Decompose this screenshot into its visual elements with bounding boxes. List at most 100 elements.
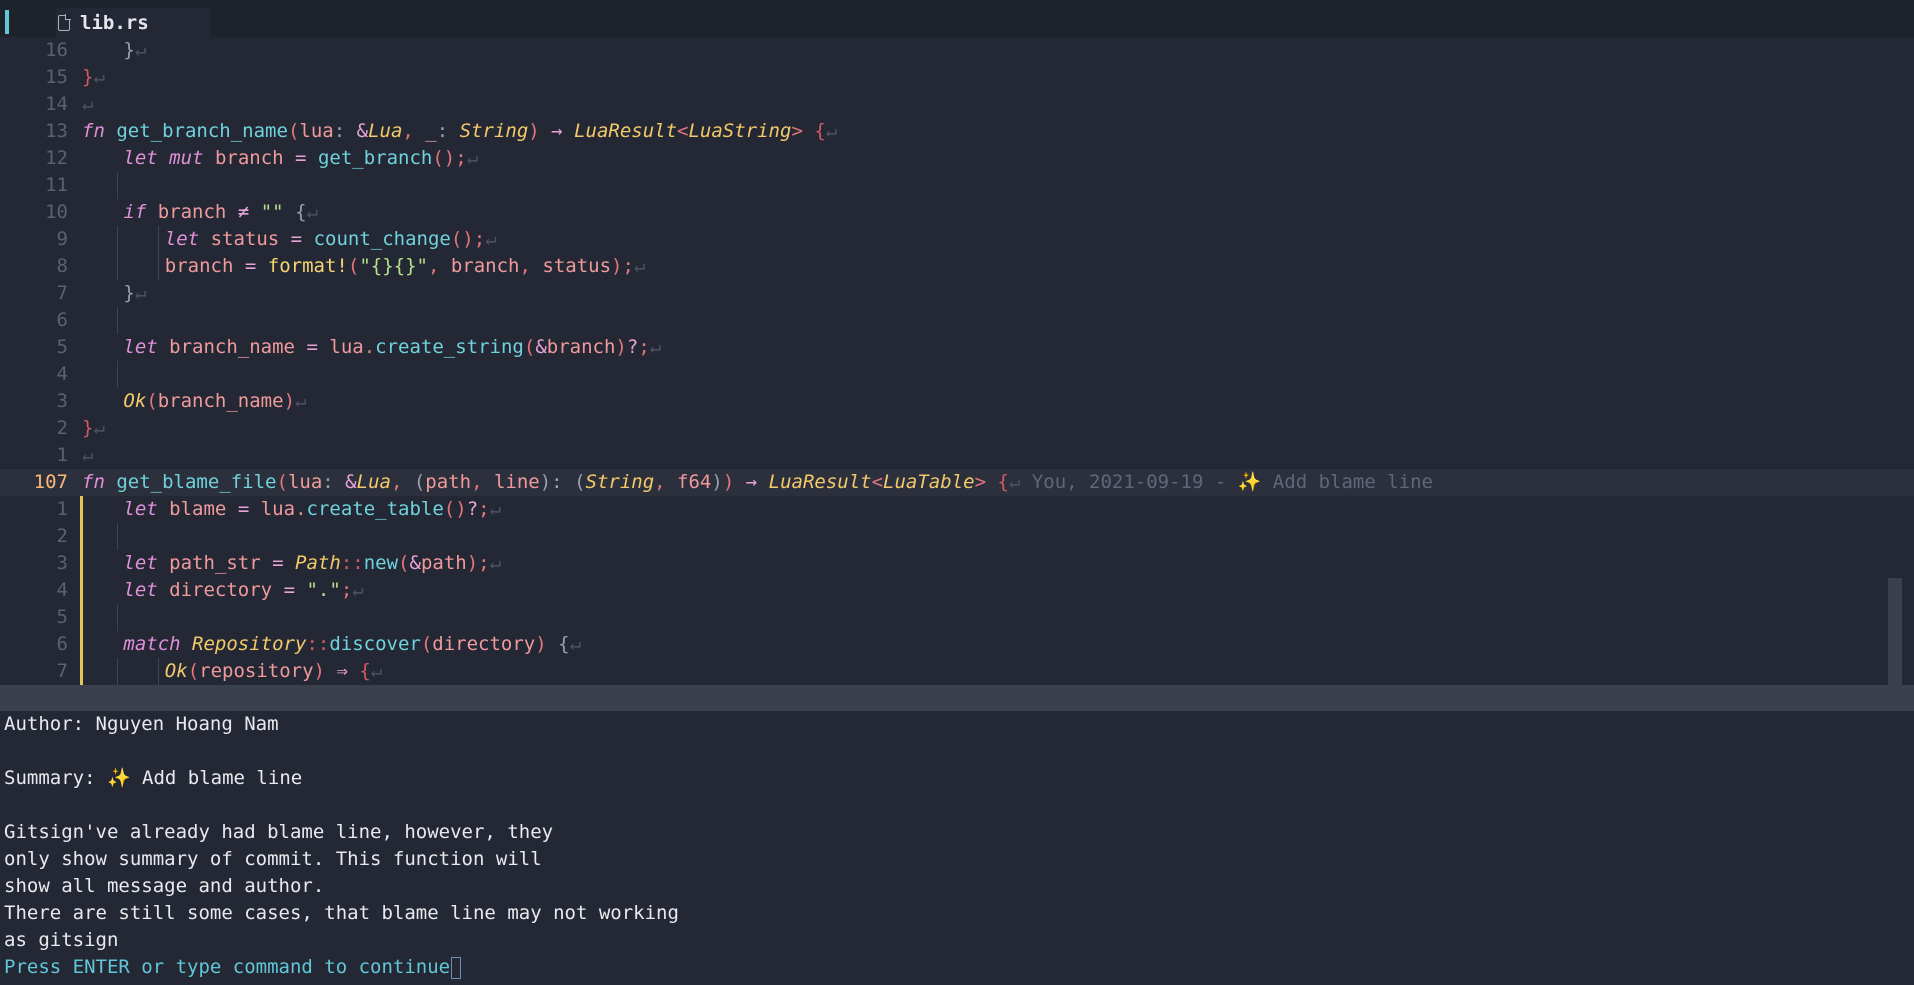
code-line[interactable]: 1 ↵ [0,442,1914,469]
code-token: line [493,471,540,493]
code-line[interactable]: 10 if branch ≠ "" {↵ [0,199,1914,226]
code-token: Lua [368,120,403,142]
code-text: let directory = ".";↵ [123,577,363,604]
command-line[interactable]: Press ENTER or type command to continue [4,954,1904,981]
code-token: "" [260,201,284,223]
code-line[interactable]: 11 [0,172,1914,199]
code-token: ↵ [306,201,318,223]
code-token: status [542,255,612,277]
code-token: branch [214,147,284,169]
line-number: 7 [56,660,68,682]
code-token: discover [329,633,421,655]
code-text: branch = format!("{}{}", branch, status)… [165,253,646,280]
code-token: String [459,120,529,142]
code-line[interactable]: 2 [0,523,1914,550]
code-token: > [974,471,987,493]
code-token: } [123,282,135,304]
code-editor[interactable]: 16}↵ 15}↵ 14 ↵ 13 fn get_branch_name(lua: &Lu… [0,37,1914,685]
code-line[interactable]: 3 Ok(branch_name)↵ [0,388,1914,415]
git-change-marker [80,604,83,631]
code-token: { [997,471,1009,493]
code-token: path [425,471,472,493]
scrollbar[interactable] [1888,578,1902,685]
code-token: let [164,228,200,250]
code-token: { [814,120,826,142]
code-token: & [535,336,547,358]
code-token: LuaResult [574,120,678,142]
code-text: let status = count_change();↵ [165,226,497,253]
code-token: f64 [677,471,712,493]
code-token: fn [82,120,105,142]
code-token: ) [615,336,627,358]
code-token: . [363,336,376,358]
code-token: : [436,120,460,142]
code-line[interactable]: 6 [0,307,1914,334]
code-token: > [791,120,803,142]
code-token: let [123,579,158,601]
code-token: let [123,147,158,169]
git-change-marker [80,577,83,604]
tab-lib-rs[interactable]: lib.rs [56,8,211,37]
indent-guide [117,172,118,199]
code-token: } [82,417,94,439]
code-token: ) [611,255,623,277]
code-token: path [420,552,467,574]
code-line[interactable]: 4 let directory = ".";↵ [0,577,1914,604]
code-token: ↵ [134,39,147,61]
message-line: Gitsign've already had blame line, howev… [4,821,554,843]
code-line-current[interactable]: 107 fn get_blame_file(lua: &Lua, (path, l… [0,469,1914,496]
code-line[interactable]: 9 let status = count_change();↵ [0,226,1914,253]
code-line[interactable]: 3 let path_str = Path::new(&path);↵ [0,550,1914,577]
code-line[interactable]: 7}↵ [0,280,1914,307]
code-token: create_string [375,336,524,358]
code-token: :: [306,633,330,655]
continue-prompt: Press ENTER or type command to continue [4,956,451,978]
code-token: ; [455,147,467,169]
code-line[interactable]: 4 [0,361,1914,388]
code-token: ) [539,471,552,493]
code-text: Ok(repository) ⇒ {↵ [165,658,382,685]
git-change-marker [80,523,83,550]
code-line[interactable]: 15}↵ [0,64,1914,91]
code-line[interactable]: 13 fn get_branch_name(lua: &Lua, _: Strin… [0,118,1914,145]
code-line[interactable]: 8 branch = format!("{}{}", branch, status… [0,253,1914,280]
code-token: path_str [169,552,261,574]
code-token: ( [420,633,433,655]
code-line[interactable]: 2}↵ [0,415,1914,442]
message-line: as gitsign [4,929,119,951]
code-token: , [654,471,678,493]
code-line[interactable]: 14 ↵ [0,91,1914,118]
code-line[interactable]: 1 let blame = lua.create_table()?;↵ [0,496,1914,523]
code-text: let blame = lua.create_table()?;↵ [123,496,501,523]
code-line[interactable]: 6 match Repository::discover(directory) {… [0,631,1914,658]
code-token: & [345,471,357,493]
code-token: : [551,471,575,493]
code-line[interactable]: 7 Ok(repository) ⇒ {↵ [0,658,1914,685]
line-number: 8 [56,255,68,277]
code-line[interactable]: 5 [0,604,1914,631]
code-line[interactable]: 16}↵ [0,37,1914,64]
code-token: ( [287,120,300,142]
code-token: branch_name [157,390,284,412]
code-token: ; [622,255,634,277]
tab-label: lib.rs [80,11,149,34]
indent-guide [158,658,160,685]
indent-guide [117,226,118,253]
code-token: () [443,498,467,520]
code-text: let branch_name = lua.create_string(&bra… [123,334,661,361]
code-line[interactable]: 12 let mut branch = get_branch();↵ [0,145,1914,172]
code-token: LuaResult [768,471,872,493]
file-icon [58,13,71,31]
code-token: directory [169,579,273,601]
code-line[interactable]: 5 let branch_name = lua.create_string(&br… [0,334,1914,361]
code-token: < [871,471,884,493]
code-token: ) [466,552,479,574]
